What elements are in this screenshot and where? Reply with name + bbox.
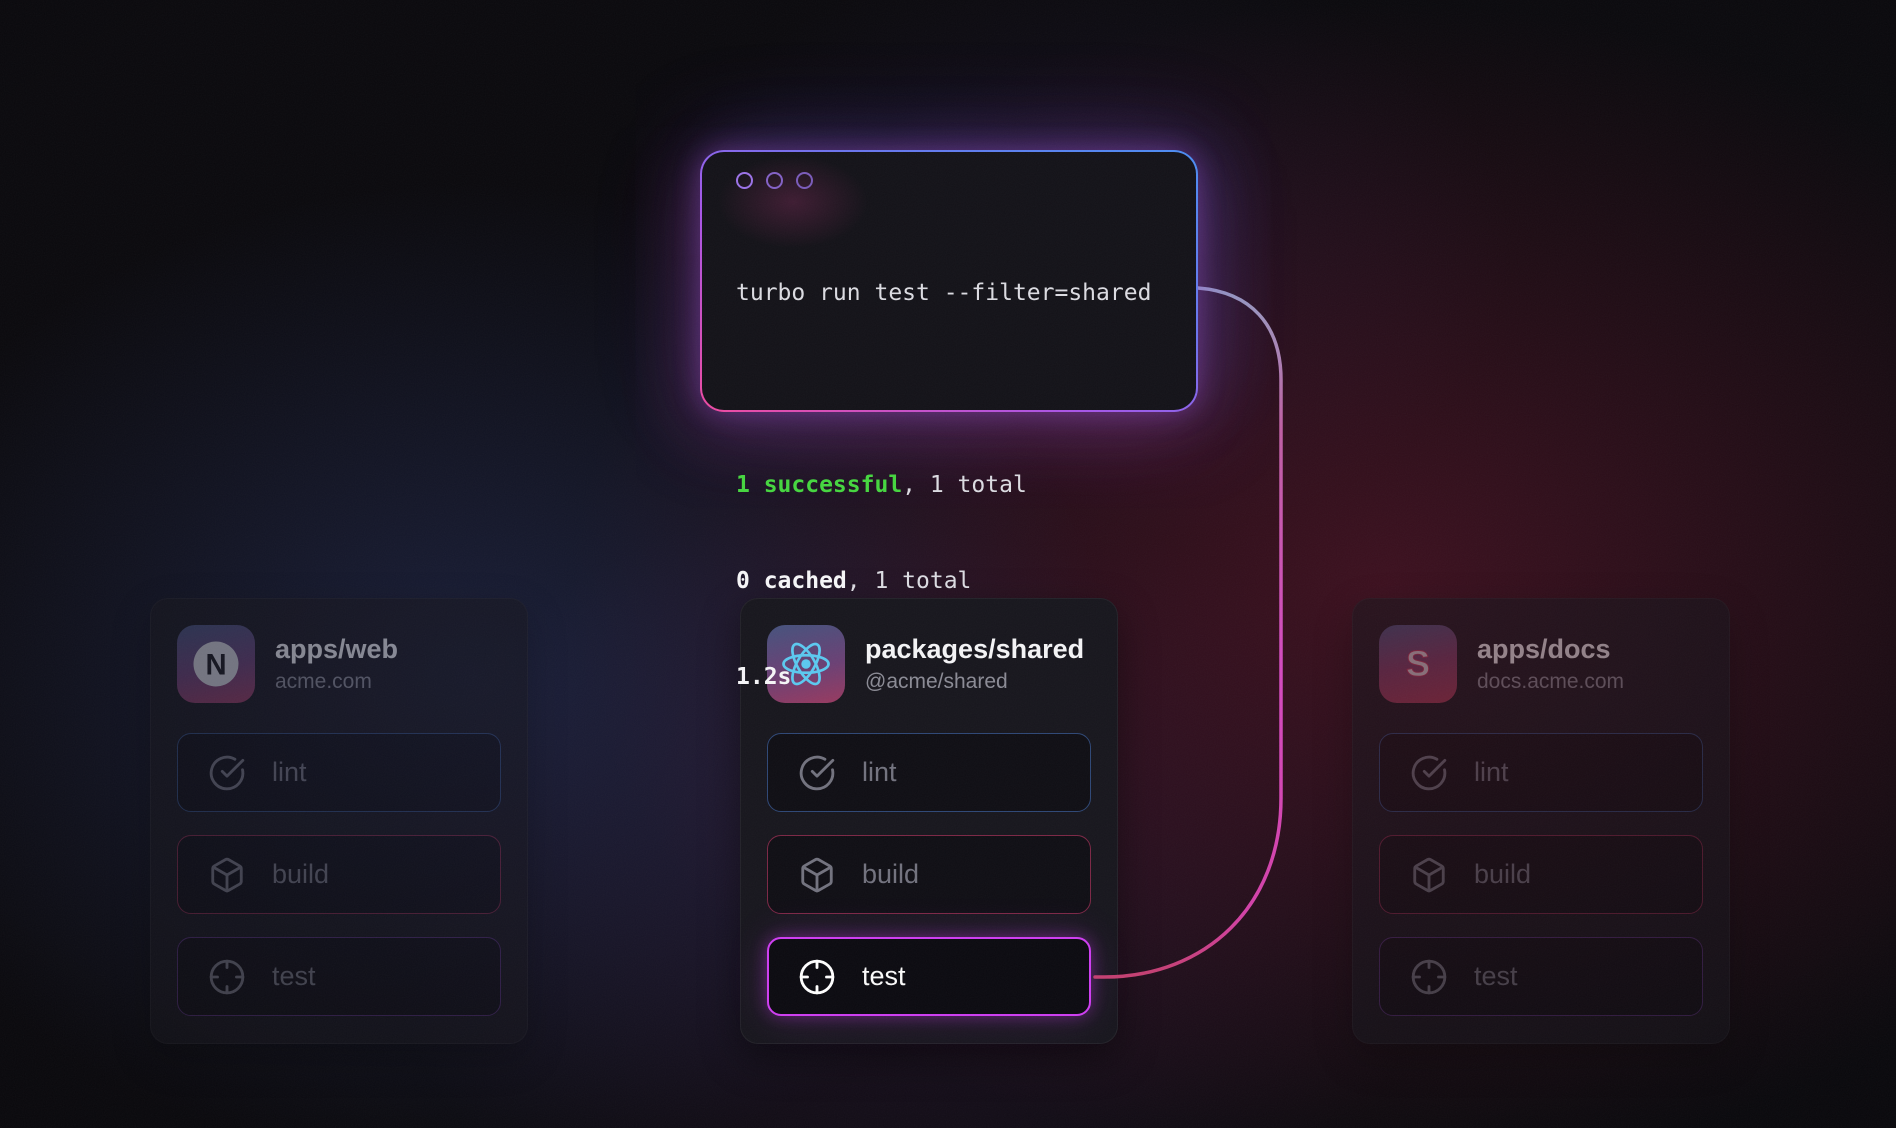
cube-icon (798, 856, 836, 894)
check-circle-icon (208, 754, 246, 792)
window-dot-icon (796, 172, 813, 189)
task-label: build (272, 859, 329, 890)
task-button-test[interactable]: test (177, 937, 501, 1016)
svelte-letter: S (1406, 643, 1430, 684)
cached-count: 0 cached (736, 568, 847, 594)
task-button-lint[interactable]: lint (1379, 733, 1703, 812)
command-text: turbo run test --filter=shared (736, 280, 1151, 306)
crosshair-icon (208, 958, 246, 996)
terminal-duration-line: 1.2s (736, 661, 1162, 693)
package-subtitle: acme.com (275, 668, 398, 695)
success-total: , 1 total (902, 472, 1027, 498)
package-icon-tile: S (1379, 625, 1457, 703)
check-circle-icon (1410, 754, 1448, 792)
package-card-apps-web: N apps/web acme.com lint build test (150, 598, 528, 1044)
task-list: lint build test (767, 733, 1091, 1016)
package-title: apps/web (275, 633, 398, 666)
nextjs-letter: N (205, 649, 226, 681)
task-label: lint (1474, 757, 1509, 788)
task-label: build (1474, 859, 1531, 890)
crosshair-icon (798, 958, 836, 996)
package-title: apps/docs (1477, 633, 1624, 666)
task-list: lint build test (1379, 733, 1703, 1016)
terminal-blank-line (736, 373, 1162, 405)
package-header-text: apps/docs docs.acme.com (1477, 633, 1624, 695)
check-circle-icon (798, 754, 836, 792)
window-dot-icon (766, 172, 783, 189)
task-list: lint build test (177, 733, 501, 1016)
task-button-lint[interactable]: lint (177, 733, 501, 812)
terminal-body: turbo run test --filter=shared 1 success… (702, 152, 1196, 410)
cached-total: , 1 total (847, 568, 972, 594)
package-card-apps-docs: S apps/docs docs.acme.com lint build te (1352, 598, 1730, 1044)
svelte-logo-icon: S (1391, 637, 1445, 691)
window-controls-glow (718, 156, 868, 248)
terminal-cached-line: 0 cached, 1 total (736, 565, 1162, 597)
task-label: test (1474, 961, 1518, 992)
window-controls (736, 170, 1162, 189)
task-button-test-active[interactable]: test (767, 937, 1091, 1016)
package-icon-tile: N (177, 625, 255, 703)
terminal-success-line: 1 successful, 1 total (736, 469, 1162, 501)
duration: 1.2s (736, 664, 791, 690)
task-label: lint (272, 757, 307, 788)
terminal-command: turbo run test --filter=shared (736, 277, 1162, 309)
task-label: lint (862, 757, 897, 788)
package-header: N apps/web acme.com (177, 625, 501, 703)
package-header: S apps/docs docs.acme.com (1379, 625, 1703, 703)
window-dot-icon (736, 172, 753, 189)
task-label: test (862, 961, 906, 992)
crosshair-icon (1410, 958, 1448, 996)
cube-icon (208, 856, 246, 894)
package-subtitle: docs.acme.com (1477, 668, 1624, 695)
task-label: build (862, 859, 919, 890)
cube-icon (1410, 856, 1448, 894)
task-button-test[interactable]: test (1379, 937, 1703, 1016)
task-button-build[interactable]: build (177, 835, 501, 914)
task-button-build[interactable]: build (1379, 835, 1703, 914)
task-button-build[interactable]: build (767, 835, 1091, 914)
terminal-window: turbo run test --filter=shared 1 success… (700, 150, 1198, 412)
package-header-text: apps/web acme.com (275, 633, 398, 695)
success-count: 1 successful (736, 472, 902, 498)
task-label: test (272, 961, 316, 992)
nextjs-logo-icon: N (189, 637, 243, 691)
